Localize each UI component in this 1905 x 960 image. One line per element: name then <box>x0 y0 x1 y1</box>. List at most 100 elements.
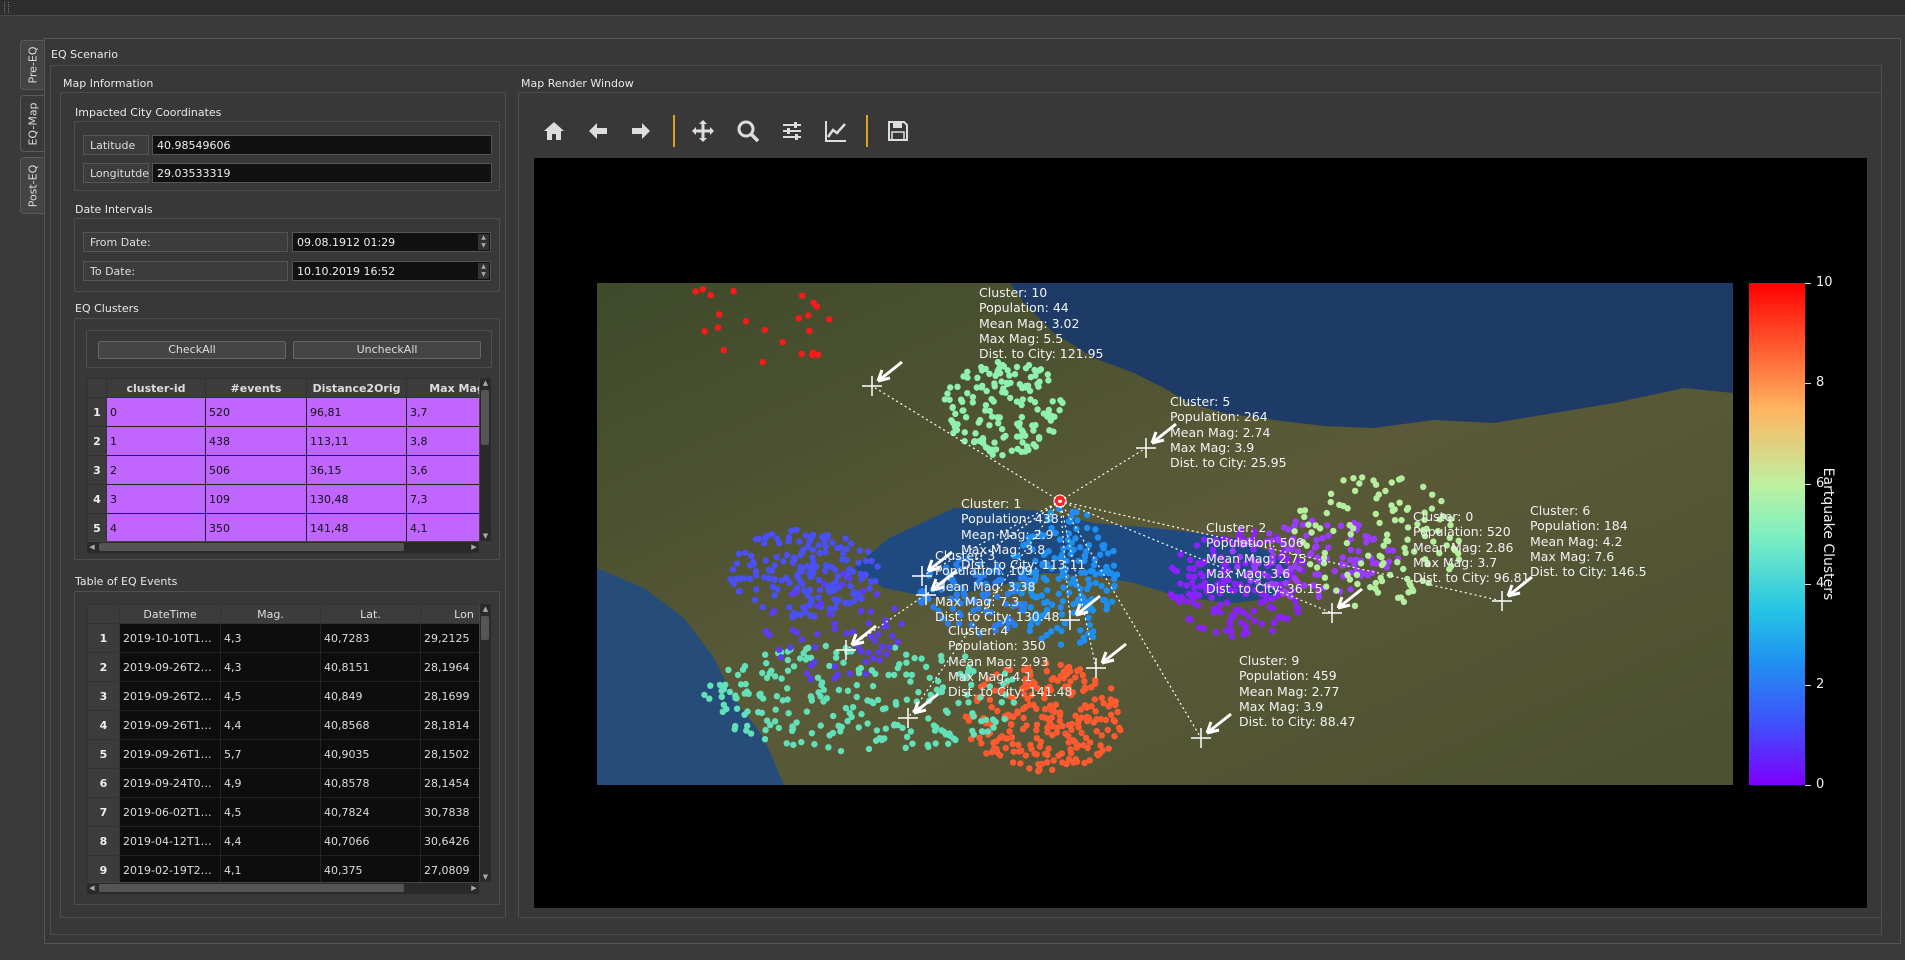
clusters-table[interactable]: cluster-id #events Distance2Orig Max Mag… <box>87 378 479 541</box>
table-row[interactable]: 4 2019-09-26T11:... 4,4 40,8568 28,1814 <box>87 710 479 740</box>
longitude-field[interactable]: 29.03533319 <box>152 163 492 183</box>
cell-lat[interactable]: 40,849 <box>320 681 421 711</box>
column-header-datetime[interactable]: DateTime <box>119 604 221 624</box>
cell-datetime[interactable]: 2019-09-26T20:... <box>119 652 221 682</box>
spin-up-icon[interactable]: ▲ <box>478 234 489 242</box>
cell-lat[interactable]: 40,375 <box>320 855 421 882</box>
events-horizontal-scrollbar[interactable]: ◀ ▶ <box>87 882 479 894</box>
column-header-cluster-id[interactable]: cluster-id <box>106 378 206 398</box>
row-header[interactable]: 3 <box>87 455 107 485</box>
row-header[interactable]: 5 <box>87 513 107 541</box>
row-header[interactable]: 8 <box>87 826 120 856</box>
cell-lon[interactable]: 30,7838 <box>420 797 479 827</box>
spin-down-icon[interactable]: ▼ <box>478 242 489 250</box>
cell-distance[interactable]: 113,11 <box>306 426 407 456</box>
cell-lat[interactable]: 40,8568 <box>320 710 421 740</box>
table-row[interactable]: 5 2019-09-26T10:... 5,7 40,9035 28,1502 <box>87 739 479 769</box>
cell-events[interactable]: 438 <box>205 426 307 456</box>
scroll-left-icon[interactable]: ◀ <box>87 542 97 553</box>
cell-cluster-id[interactable]: 2 <box>106 455 206 485</box>
cell-lon[interactable]: 28,1964 <box>420 652 479 682</box>
cell-mag[interactable]: 4,1 <box>220 855 321 882</box>
scroll-down-icon[interactable]: ▼ <box>480 531 491 541</box>
scroll-left-icon[interactable]: ◀ <box>87 883 97 894</box>
to-date-field[interactable]: 10.10.2019 16:52 ▲ ▼ <box>292 261 491 281</box>
table-row[interactable]: 6 2019-09-24T08:... 4,9 40,8578 28,1454 <box>87 768 479 798</box>
cell-max-mag[interactable]: 3,6 <box>406 455 479 485</box>
column-header-max-mag[interactable]: Max Mag <box>406 378 479 398</box>
cell-datetime[interactable]: 2019-09-26T10:... <box>119 739 221 769</box>
row-header[interactable]: 9 <box>87 855 120 882</box>
row-header[interactable]: 1 <box>87 397 107 427</box>
cell-max-mag[interactable]: 4,1 <box>406 513 479 541</box>
table-row[interactable]: 7 2019-06-02T13:... 4,5 40,7824 30,7838 <box>87 797 479 827</box>
from-date-field[interactable]: 09.08.1912 01:29 ▲ ▼ <box>292 232 491 252</box>
table-row[interactable]: 2 1 438 113,11 3,8 <box>87 426 479 456</box>
table-row[interactable]: 3 2019-09-26T20:... 4,5 40,849 28,1699 <box>87 681 479 711</box>
latitude-field[interactable]: 40.98549606 <box>152 135 492 155</box>
home-icon[interactable] <box>539 116 569 146</box>
cell-cluster-id[interactable]: 4 <box>106 513 206 541</box>
cell-lon[interactable]: 28,1502 <box>420 739 479 769</box>
cell-datetime[interactable]: 2019-09-26T11:... <box>119 710 221 740</box>
back-arrow-icon[interactable] <box>583 116 613 146</box>
scroll-right-icon[interactable]: ▶ <box>469 542 479 553</box>
grip-icon[interactable] <box>4 2 9 13</box>
row-header[interactable]: 7 <box>87 797 120 827</box>
table-row[interactable]: 3 2 506 36,15 3,6 <box>87 455 479 485</box>
cell-max-mag[interactable]: 3,7 <box>406 397 479 427</box>
cell-events[interactable]: 109 <box>205 484 307 514</box>
row-header[interactable]: 4 <box>87 710 120 740</box>
cell-lat[interactable]: 40,8578 <box>320 768 421 798</box>
map-canvas[interactable]: Cluster: 10 Population: 44 Mean Mag: 3.0… <box>534 158 1867 908</box>
cell-datetime[interactable]: 2019-09-24T08:... <box>119 768 221 798</box>
cell-mag[interactable]: 5,7 <box>220 739 321 769</box>
cell-lat[interactable]: 40,8151 <box>320 652 421 682</box>
column-header-lat[interactable]: Lat. <box>320 604 421 624</box>
scroll-up-icon[interactable]: ▲ <box>480 604 491 614</box>
table-row[interactable]: 5 4 350 141,48 4,1 <box>87 513 479 541</box>
cell-lat[interactable]: 40,9035 <box>320 739 421 769</box>
sliders-icon[interactable] <box>777 116 807 146</box>
row-header[interactable]: 4 <box>87 484 107 514</box>
cell-datetime[interactable]: 2019-09-26T20:... <box>119 681 221 711</box>
row-header[interactable]: 2 <box>87 652 120 682</box>
cell-distance[interactable]: 36,15 <box>306 455 407 485</box>
scroll-thumb[interactable] <box>481 616 489 640</box>
cell-lat[interactable]: 40,7283 <box>320 623 421 653</box>
row-header[interactable]: 2 <box>87 426 107 456</box>
table-row[interactable]: 8 2019-04-12T13:... 4,4 40,7066 30,6426 <box>87 826 479 856</box>
cell-lon[interactable]: 28,1814 <box>420 710 479 740</box>
row-header[interactable]: 6 <box>87 768 120 798</box>
column-header-lon[interactable]: Lon <box>420 604 479 624</box>
row-header[interactable]: 1 <box>87 623 120 653</box>
column-header-distance[interactable]: Distance2Orig <box>306 378 407 398</box>
cell-lat[interactable]: 40,7066 <box>320 826 421 856</box>
tab-post-eq[interactable]: Post-EQ <box>20 157 45 214</box>
events-table[interactable]: DateTime Mag. Lat. Lon 1 2019-10-10T16:..… <box>87 604 479 882</box>
cell-datetime[interactable]: 2019-04-12T13:... <box>119 826 221 856</box>
cell-events[interactable]: 506 <box>205 455 307 485</box>
check-all-button[interactable]: CheckAll <box>98 341 286 359</box>
cell-distance[interactable]: 141,48 <box>306 513 407 541</box>
events-vertical-scrollbar[interactable]: ▲ ▼ <box>479 604 491 882</box>
zoom-icon[interactable] <box>733 116 763 146</box>
scroll-down-icon[interactable]: ▼ <box>480 872 491 882</box>
tab-pre-eq[interactable]: Pre-EQ <box>20 40 45 90</box>
table-row[interactable]: 1 2019-10-10T16:... 4,3 40,7283 29,2125 <box>87 623 479 653</box>
corner-header[interactable] <box>87 604 120 624</box>
cell-datetime[interactable]: 2019-10-10T16:... <box>119 623 221 653</box>
to-date-spinner[interactable]: ▲ ▼ <box>478 263 489 279</box>
scroll-thumb[interactable] <box>99 543 404 551</box>
line-chart-icon[interactable] <box>821 116 851 146</box>
column-header-events[interactable]: #events <box>205 378 307 398</box>
clusters-vertical-scrollbar[interactable]: ▲ ▼ <box>479 378 491 541</box>
scroll-thumb[interactable] <box>481 390 489 445</box>
cell-mag[interactable]: 4,9 <box>220 768 321 798</box>
cell-mag[interactable]: 4,3 <box>220 623 321 653</box>
cell-distance[interactable]: 96,81 <box>306 397 407 427</box>
cell-cluster-id[interactable]: 3 <box>106 484 206 514</box>
cell-mag[interactable]: 4,5 <box>220 681 321 711</box>
pan-icon[interactable] <box>688 116 718 146</box>
cell-max-mag[interactable]: 3,8 <box>406 426 479 456</box>
